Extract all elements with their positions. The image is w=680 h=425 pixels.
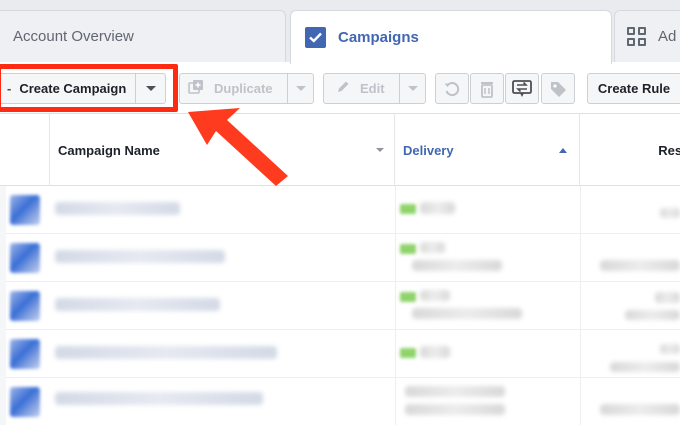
delivery-status-icon bbox=[400, 204, 416, 214]
sort-ascending-icon bbox=[559, 147, 567, 153]
delivery-text-blurred bbox=[420, 242, 445, 253]
annotation-arrow-icon bbox=[188, 108, 288, 186]
table-row[interactable] bbox=[0, 378, 680, 425]
delivery-subtext-blurred bbox=[405, 404, 505, 415]
tab-ads-label: Ad bbox=[658, 28, 677, 45]
delivery-subtext-blurred bbox=[412, 308, 522, 319]
table-row[interactable] bbox=[0, 234, 680, 282]
tag-button[interactable] bbox=[541, 73, 575, 104]
column-delivery-label: Delivery bbox=[403, 142, 454, 158]
select-all-column[interactable] bbox=[0, 114, 50, 186]
edit-button[interactable]: Edit bbox=[323, 73, 426, 104]
campaign-name-blurred[interactable] bbox=[55, 346, 277, 359]
column-results-label: Resu bbox=[658, 142, 680, 158]
campaign-name-blurred[interactable] bbox=[55, 298, 220, 311]
campaign-icon bbox=[10, 243, 40, 273]
tab-ads[interactable]: Ad bbox=[614, 10, 680, 62]
results-blurred bbox=[600, 260, 680, 271]
results-subtext-blurred bbox=[610, 362, 680, 372]
duplicate-icon bbox=[188, 79, 204, 98]
ab-test-icon bbox=[512, 79, 532, 97]
campaign-name-blurred[interactable] bbox=[55, 392, 263, 405]
column-campaign-name-label: Campaign Name bbox=[58, 142, 160, 158]
results-subtext-blurred bbox=[625, 310, 680, 320]
chevron-down-icon bbox=[145, 86, 156, 91]
pencil-icon bbox=[336, 80, 350, 97]
column-delivery[interactable]: Delivery bbox=[395, 114, 580, 186]
sort-caret-icon bbox=[376, 148, 384, 152]
revert-button[interactable] bbox=[435, 73, 469, 104]
checkbox-icon bbox=[305, 27, 326, 48]
delete-button[interactable] bbox=[470, 73, 504, 104]
campaign-name-blurred[interactable] bbox=[55, 250, 225, 263]
table-row[interactable] bbox=[0, 330, 680, 378]
delivery-subtext-blurred bbox=[412, 260, 502, 271]
delivery-text-blurred bbox=[420, 202, 455, 214]
delivery-status-icon bbox=[400, 244, 416, 254]
column-results[interactable]: Resu bbox=[580, 114, 680, 186]
campaigns-table: Campaign Name Delivery Resu bbox=[0, 114, 680, 425]
create-campaign-button[interactable]: - Create Campaign bbox=[0, 73, 166, 104]
duplicate-dropdown[interactable] bbox=[287, 74, 313, 103]
edit-label: Edit bbox=[360, 81, 385, 96]
tab-account-overview[interactable]: Account Overview bbox=[0, 10, 286, 62]
results-blurred bbox=[600, 404, 680, 415]
duplicate-label: Duplicate bbox=[214, 81, 273, 96]
delivery-status-icon bbox=[400, 292, 416, 302]
plus-icon: - bbox=[7, 81, 12, 96]
grid-icon bbox=[627, 27, 646, 46]
tab-campaigns[interactable]: Campaigns bbox=[290, 10, 612, 64]
table-row[interactable] bbox=[0, 282, 680, 330]
tab-campaigns-label: Campaigns bbox=[338, 29, 419, 46]
revert-icon bbox=[444, 81, 460, 96]
delivery-text-blurred bbox=[405, 386, 505, 397]
campaign-icon bbox=[10, 291, 40, 321]
tab-account-overview-label: Account Overview bbox=[13, 28, 134, 45]
campaign-name-blurred[interactable] bbox=[55, 202, 180, 215]
trash-icon bbox=[481, 81, 493, 98]
row-selector-gutter bbox=[0, 186, 6, 425]
create-campaign-dropdown[interactable] bbox=[135, 74, 165, 103]
campaign-icon bbox=[10, 195, 40, 225]
results-blurred bbox=[655, 292, 680, 303]
toolbar: - Create Campaign Duplicate Edit Create … bbox=[0, 62, 680, 114]
chevron-down-icon bbox=[295, 86, 306, 91]
chevron-down-icon bbox=[407, 86, 418, 91]
table-row[interactable] bbox=[0, 186, 680, 234]
tab-bar: Account Overview Campaigns Ad bbox=[0, 0, 680, 64]
create-campaign-label: Create Campaign bbox=[19, 81, 127, 96]
delivery-status-icon bbox=[400, 348, 416, 358]
create-rule-button[interactable]: Create Rule bbox=[587, 73, 680, 104]
tag-icon bbox=[551, 81, 566, 97]
delivery-text-blurred bbox=[420, 346, 450, 358]
delivery-text-blurred bbox=[420, 290, 450, 301]
results-blurred bbox=[660, 208, 680, 218]
create-rule-label: Create Rule bbox=[597, 81, 671, 96]
ab-test-button[interactable] bbox=[505, 73, 539, 104]
table-header: Campaign Name Delivery Resu bbox=[0, 114, 680, 186]
campaign-icon bbox=[10, 387, 40, 417]
edit-dropdown[interactable] bbox=[399, 74, 425, 103]
campaign-icon bbox=[10, 339, 40, 369]
results-blurred bbox=[660, 344, 680, 354]
